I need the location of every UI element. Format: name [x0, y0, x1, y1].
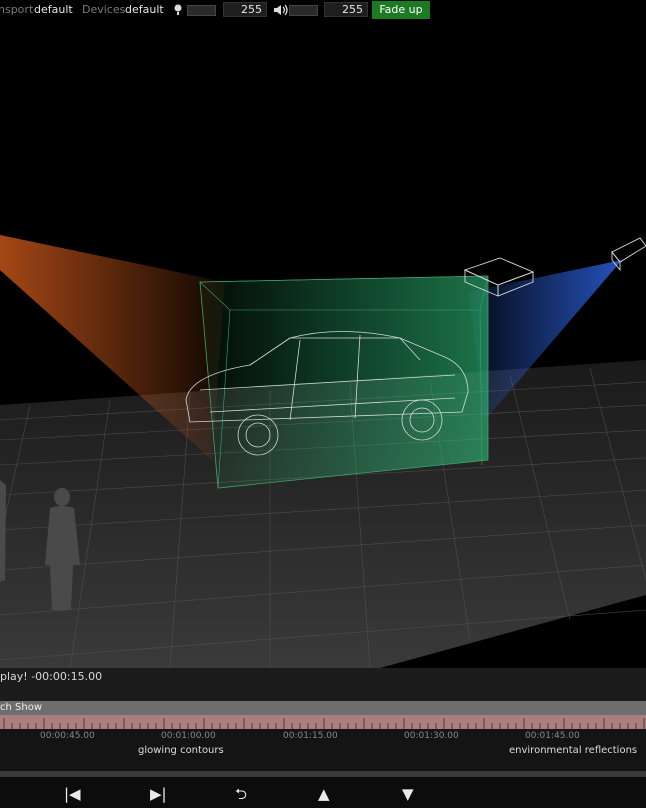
- 3d-viewport[interactable]: [0, 20, 646, 669]
- cue-label[interactable]: environmental reflections: [509, 745, 637, 756]
- show-title-bar[interactable]: ch Show: [0, 701, 646, 715]
- top-toolbar: nsport default Devices default 255 255 F…: [0, 0, 646, 20]
- devices-value[interactable]: default: [125, 3, 164, 16]
- timecode: 00:01:45.00: [525, 731, 580, 741]
- transport-controls: |◀ ▶| ⮌ ▲ ▼: [0, 777, 646, 808]
- timecode: 00:01:15.00: [283, 731, 338, 741]
- volume-value[interactable]: 255: [324, 2, 368, 17]
- timeline-ruler[interactable]: [0, 715, 646, 730]
- ruler-ticks: [3, 718, 645, 730]
- undo-icon[interactable]: ⮌: [235, 786, 247, 802]
- timecode: 00:00:45.00: [40, 731, 95, 741]
- timecode: 00:01:30.00: [404, 731, 459, 741]
- lightbulb-icon: [173, 3, 183, 20]
- fade-up-button[interactable]: Fade up: [372, 1, 430, 19]
- projection-volume: [199, 275, 489, 489]
- show-title: ch Show: [0, 702, 42, 713]
- cue-label[interactable]: glowing contours: [138, 745, 224, 756]
- transport-value[interactable]: default: [34, 3, 73, 16]
- up-icon[interactable]: ▲: [318, 786, 330, 802]
- scene-canvas: [0, 235, 646, 669]
- status-message: play! -00:00:15.00: [0, 670, 103, 683]
- timeline-track[interactable]: 00:00:45.00 00:01:00.00 00:01:15.00 00:0…: [0, 729, 646, 771]
- skip-forward-icon[interactable]: ▶|: [150, 786, 167, 802]
- speaker-icon: [273, 3, 289, 20]
- status-bar: play! -00:00:15.00: [0, 668, 646, 701]
- brightness-value[interactable]: 255: [223, 2, 267, 17]
- skip-back-icon[interactable]: |◀: [64, 786, 81, 802]
- transport-label: nsport: [0, 3, 34, 16]
- timecode: 00:01:00.00: [161, 731, 216, 741]
- devices-label: Devices: [82, 3, 126, 16]
- down-icon[interactable]: ▼: [402, 786, 414, 802]
- brightness-slider[interactable]: [187, 5, 216, 16]
- volume-slider[interactable]: [289, 5, 318, 16]
